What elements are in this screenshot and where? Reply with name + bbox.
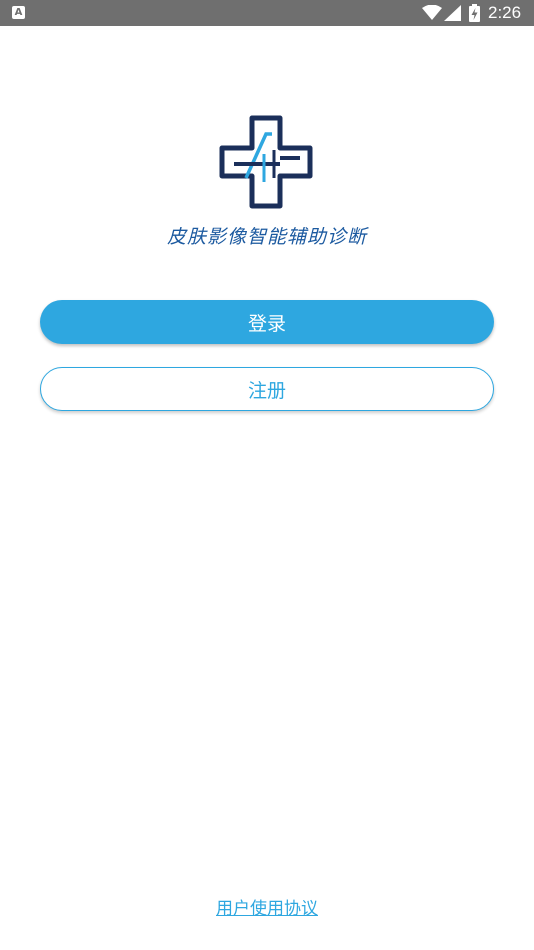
cell-signal-icon: [444, 5, 461, 21]
status-bar: A 2:26: [0, 0, 534, 26]
wifi-icon: [422, 5, 442, 20]
notification-a-icon: A: [12, 6, 25, 19]
app-title: 皮肤影像智能辅助诊断: [166, 226, 367, 248]
medical-cross-ai-logo: [219, 115, 313, 209]
user-agreement-link[interactable]: 用户使用协议: [0, 894, 534, 919]
battery-charging-icon: [469, 4, 480, 22]
status-clock: 2:26: [488, 3, 522, 22]
register-button[interactable]: 注册: [40, 367, 494, 411]
login-button[interactable]: 登录: [40, 300, 494, 344]
